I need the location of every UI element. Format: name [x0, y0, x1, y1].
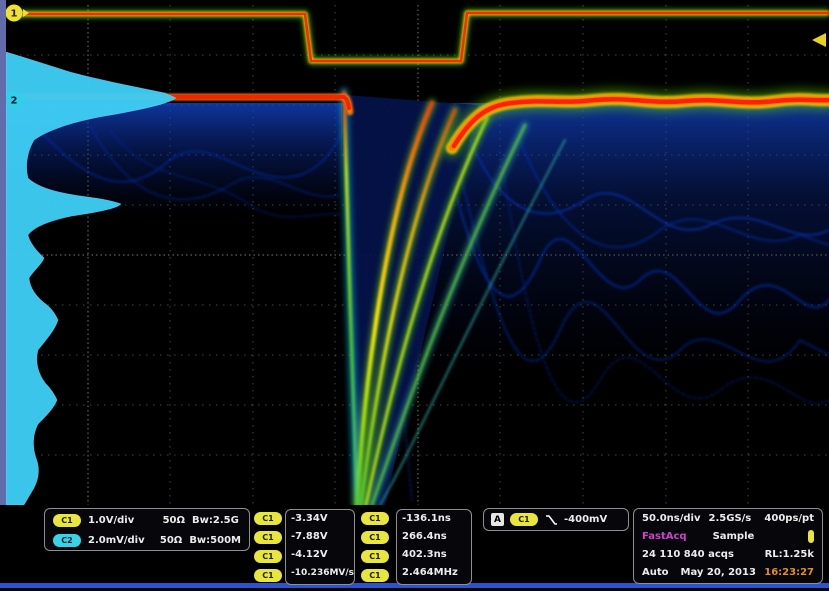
ch1-readout-row[interactable]: C1 1.0V/div 50Ω Bw:2.5G	[45, 509, 249, 529]
record-length: RL:1.25k	[765, 549, 814, 560]
readout-bar: C1 1.0V/div 50Ω Bw:2.5G C2 2.0mV/div 50Ω…	[0, 505, 829, 583]
horizontal-readout-box[interactable]: 50.0ns/div 2.5GS/s 400ps/pt FastAcq Samp…	[633, 508, 823, 584]
meas6-value: 266.4ns	[397, 528, 471, 546]
meas5-value: -136.1ns	[397, 510, 471, 528]
meas8-source-badge: C1	[361, 569, 389, 582]
ch2-badge: C2	[53, 534, 81, 547]
ch2-readout-row[interactable]: C2 2.0mV/div 50Ω Bw:500M	[45, 529, 249, 549]
sample-resolution: 400ps/pt	[764, 513, 814, 524]
meas7-source-badge: C1	[361, 550, 389, 563]
intensity-indicator-icon[interactable]	[808, 530, 814, 543]
meas1-value: -3.34V	[286, 510, 354, 528]
ch1-scale: 1.0V/div	[88, 515, 152, 526]
trigger-readout-box[interactable]: A C1 -400mV	[483, 508, 629, 531]
timebase-scale: 50.0ns/div	[642, 513, 701, 524]
acq-count: 24 110 840 acqs	[642, 549, 734, 560]
measurement-column-2[interactable]: -136.1ns 266.4ns 402.3ns 2.464MHz	[396, 509, 472, 585]
trigger-a-badge: A	[491, 513, 504, 526]
meas4-value: -10.236MV/s	[286, 564, 354, 582]
meas7-value: 402.3ns	[397, 546, 471, 564]
meas3-source-badge: C1	[254, 550, 282, 563]
left-bezel-strip	[0, 0, 6, 585]
acq-style-label: Sample	[713, 531, 755, 542]
ch1-bandwidth: Bw:2.5G	[192, 515, 239, 526]
meas4-source-badge: C1	[254, 569, 282, 582]
svg-text:2: 2	[11, 96, 18, 107]
falling-edge-icon	[544, 513, 558, 527]
ch1-badge: C1	[53, 514, 81, 527]
meas8-value: 2.464MHz	[397, 564, 471, 582]
meas5-source-badge: C1	[361, 512, 389, 525]
channel-readout-box[interactable]: C1 1.0V/div 50Ω Bw:2.5G C2 2.0mV/div 50Ω…	[44, 508, 250, 551]
trigger-level: -400mV	[564, 514, 607, 525]
measurement-column-1[interactable]: -3.34V -7.88V -4.12V -10.236MV/s	[285, 509, 355, 585]
meas3-value: -4.12V	[286, 546, 354, 564]
meas1-source-badge: C1	[254, 512, 282, 525]
meas2-value: -7.88V	[286, 528, 354, 546]
meas2-source-badge: C1	[254, 531, 282, 544]
ch2-impedance: 50Ω	[157, 535, 182, 546]
date-label: May 20, 2013	[681, 567, 756, 578]
svg-text:1: 1	[11, 9, 18, 20]
ch1-impedance: 50Ω	[159, 515, 185, 526]
fastacq-label: FastAcq	[642, 531, 687, 542]
ch2-scale: 2.0mV/div	[88, 535, 150, 546]
sample-rate: 2.5GS/s	[709, 513, 752, 524]
trigger-mode-label: Auto	[642, 567, 669, 578]
ch2-bandwidth: Bw:500M	[189, 535, 241, 546]
meas6-source-badge: C1	[361, 531, 389, 544]
time-label: 16:23:27	[764, 567, 814, 578]
trigger-source-badge: C1	[510, 513, 538, 526]
waveform-display: 1 2	[0, 0, 829, 506]
